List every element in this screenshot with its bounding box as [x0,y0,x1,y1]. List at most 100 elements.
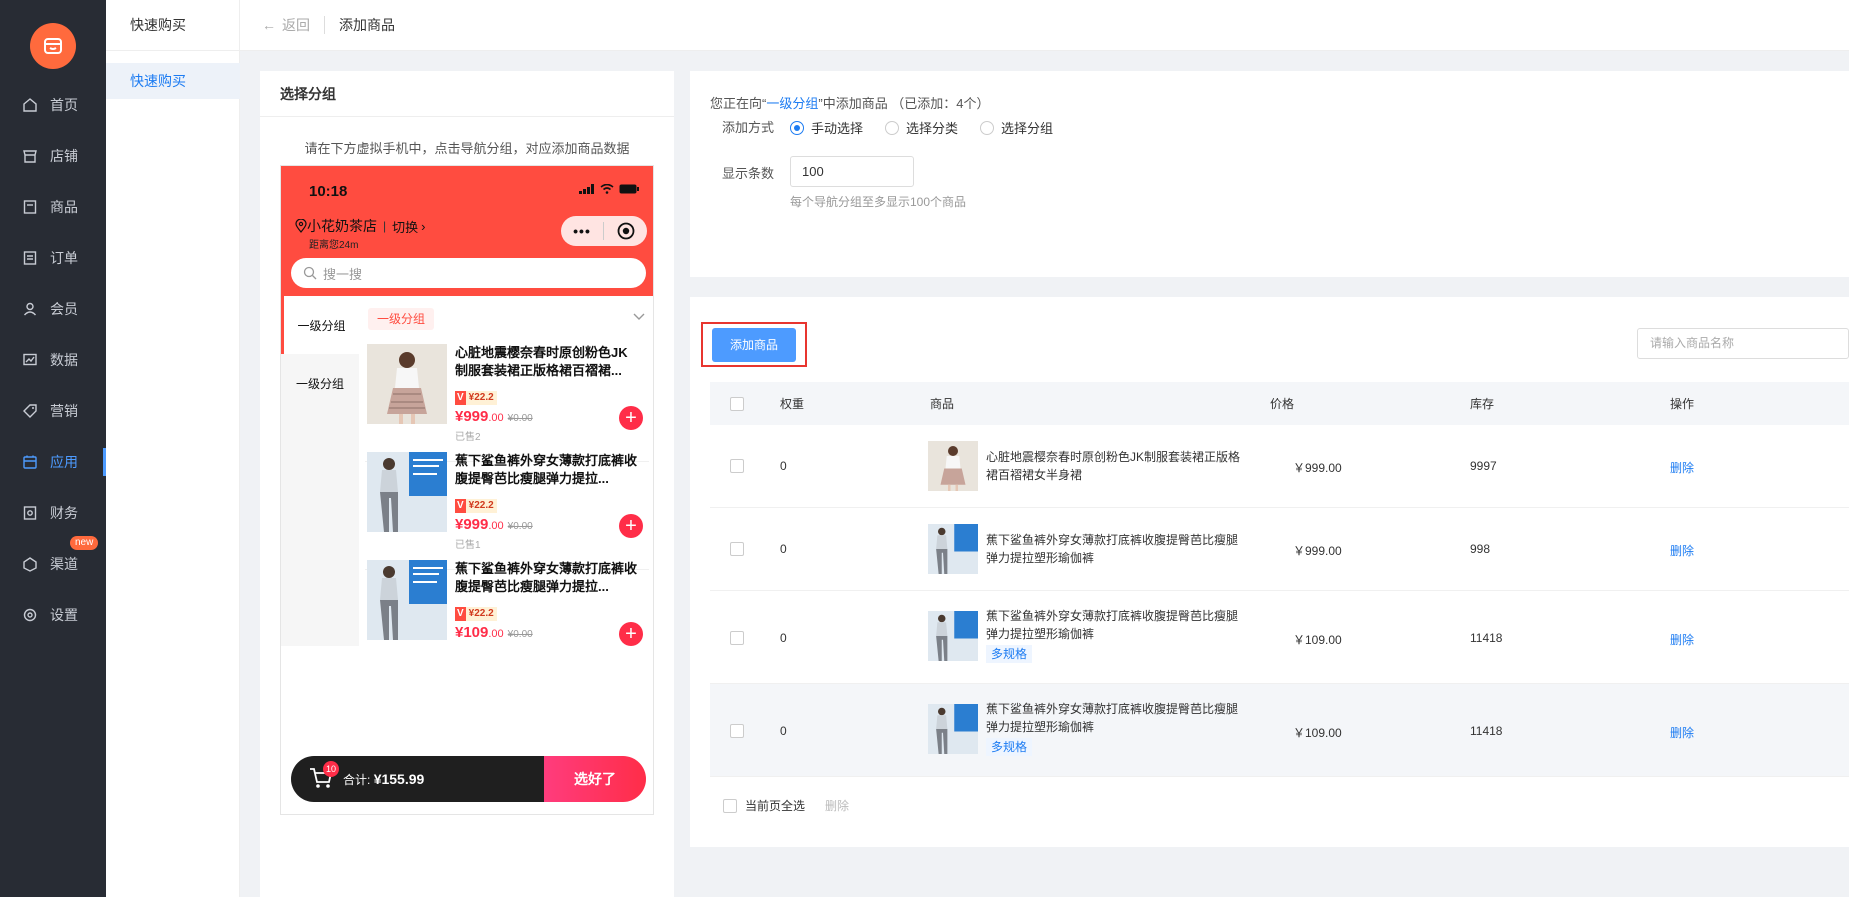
switch-store-link[interactable]: 切换 [392,217,418,236]
sidebar-item-home[interactable]: 首页 [0,87,106,123]
table-header: 权重 商品 价格 库存 操作 [710,382,1849,425]
price-int: ¥999 [455,408,489,425]
row-product-cell: 蕉下鲨鱼裤外穿女薄款打底裤收腹提臀芭比瘦腿弹力提拉塑形瑜伽裤 多规格 [986,700,1246,756]
page-select-all-checkbox[interactable] [723,798,737,813]
store-logo-icon [44,38,62,54]
sidebar-item-order[interactable]: 订单 [0,240,106,276]
delete-link[interactable]: 删除 [1670,459,1694,476]
top-bar: ← 返回 添加商品 [240,0,1849,51]
close-target-icon[interactable] [604,222,647,240]
sidebar-item-data[interactable]: 数据 [0,342,106,378]
product-price: ¥109.00 ¥0.00 [455,624,533,641]
row-checkbox[interactable] [730,724,744,738]
select-all-checkbox[interactable] [730,396,744,411]
vip-icon: V [455,391,466,405]
info-suffix: ”中添加商品 （已添加：4个） [818,96,990,111]
table-footer: 当前页全选 删除 [723,797,849,814]
more-icon[interactable]: ••• [561,223,603,239]
coupon-badge: V ¥22.2 [455,607,497,621]
add-to-cart-button[interactable]: + [619,622,643,646]
row-checkbox[interactable] [730,542,744,556]
app-logo[interactable] [30,23,76,69]
new-badge: new [70,536,99,550]
table-row: 0 蕉下鲨鱼裤外穿女薄款打底裤收腹提臀芭比瘦腿弹力提拉塑形瑜伽裤 多规格 ￥10… [710,591,1849,684]
panel-title: 选择分组 [260,71,674,117]
row-checkbox[interactable] [730,459,744,473]
row-stock: 998 [1470,542,1491,556]
status-icons [579,184,639,194]
group-select-panel: 选择分组 请在下方虚拟手机中，点击导航分组，对应添加商品数据 10:18 小花奶… [260,71,674,897]
row-weight: 0 [780,724,787,738]
add-product-highlight: 添加商品 [701,322,807,367]
sidebar-item-label: 应用 [50,454,78,470]
sidebar-item-label: 营销 [50,403,78,419]
row-price: ￥109.00 [1293,726,1342,740]
store-selector[interactable]: 小花奶茶店 | 切换 › [295,216,425,236]
method-radio-group: 手动选择 选择分类 选择分组 [790,118,1053,137]
phone-product-card: 蕉下鲨鱼裤外穿女薄款打底裤收腹提臀芭比瘦腿弹力提拉... V ¥22.2 ¥109… [365,552,649,678]
row-checkbox[interactable] [730,631,744,645]
col-weight: 权重 [780,397,805,411]
sidebar-item-goods[interactable]: 商品 [0,189,106,225]
status-time: 10:18 [309,183,348,200]
sidebar-item-channel[interactable]: 渠道 new [0,536,106,582]
vip-icon: V [455,607,466,621]
cart-summary[interactable]: 10 合计: ¥155.99 [291,756,544,802]
original-price: ¥0.00 [507,413,533,424]
vip-icon: V [455,499,466,513]
radio-label: 选择分类 [906,121,959,136]
method-label: 添加方式 [722,120,775,135]
price-int: ¥999 [455,516,489,533]
delete-link[interactable]: 删除 [1670,542,1694,559]
display-count-input[interactable]: 100 [790,156,914,187]
sidebar-item-member[interactable]: 会员 [0,291,106,327]
sidebar-item-marketing[interactable]: 营销 [0,393,106,429]
radio-group[interactable]: 选择分组 [980,118,1053,137]
row-weight: 0 [780,542,787,556]
sidebar-item-shop[interactable]: 店铺 [0,138,106,174]
sidebar-item-label: 渠道 [50,556,78,572]
sidebar-item-label: 订单 [50,250,78,266]
group-link[interactable]: 一级分组 [766,96,818,111]
sidebar-item-finance[interactable]: 财务 [0,495,106,531]
checkout-button[interactable]: 选好了 [544,756,646,802]
back-label: 返回 [282,17,310,33]
sidebar-item-settings[interactable]: 设置 [0,597,106,633]
chevron-down-icon[interactable] [633,313,645,321]
radio-manual[interactable]: 手动选择 [790,118,863,137]
table-row: 0 蕉下鲨鱼裤外穿女薄款打底裤收腹提臀芭比瘦腿弹力提拉塑形瑜伽裤 多规格 ￥10… [710,684,1849,777]
batch-delete-button[interactable]: 删除 [825,797,849,814]
category-item[interactable]: 一级分组 [281,354,359,412]
price-decimal: .00 [488,520,504,532]
sold-count: 已售1 [455,540,481,551]
row-stock: 11418 [1470,724,1503,738]
sidebar-item-app[interactable]: 应用 [0,444,106,480]
back-button[interactable]: ← 返回 [262,15,310,35]
plus-icon: + [625,623,637,645]
category-item[interactable]: 一级分组 [281,296,359,354]
submenu-item-quick-buy[interactable]: 快速购买 [106,63,240,99]
row-product-name: 蕉下鲨鱼裤外穿女薄款打底裤收腹提臀芭比瘦腿弹力提拉塑形瑜伽裤 [986,533,1239,565]
add-to-cart-button[interactable]: + [619,514,643,538]
radio-category[interactable]: 选择分类 [885,118,958,137]
channel-icon [22,556,38,572]
battery-icon [619,184,639,194]
store-name: 小花奶茶店 [307,218,377,234]
coupon-badge: V ¥22.2 [455,499,497,513]
delete-link[interactable]: 删除 [1670,631,1694,648]
phone-search-input[interactable]: 搜一搜 [291,258,646,288]
gear-icon [22,607,38,623]
price-decimal: .00 [488,412,504,424]
home-icon [22,97,38,113]
group-tag[interactable]: 一级分组 [368,308,435,330]
delete-link[interactable]: 删除 [1670,724,1694,741]
product-search-input[interactable]: 请输入商品名称 [1637,328,1849,359]
cart-bar: 10 合计: ¥155.99 选好了 [291,756,646,802]
product-image [367,452,447,532]
submenu-title: 快速购买 [106,0,239,51]
radio-circle [790,120,804,135]
member-icon [22,301,38,317]
add-to-cart-button[interactable]: + [619,406,643,430]
phone-preview: 10:18 小花奶茶店 | 切换 › 距离您24m ••• 搜一搜 一级分组 一… [280,165,654,815]
add-product-button[interactable]: 添加商品 [712,327,796,362]
